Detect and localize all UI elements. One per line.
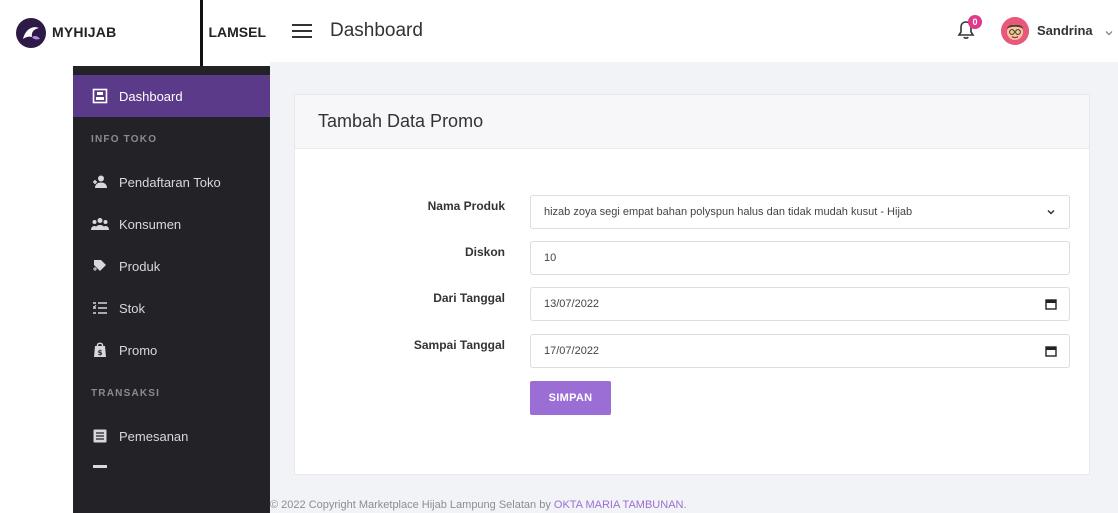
brand-logo-area[interactable]: MYHIJAB xyxy=(0,0,200,66)
footer-text: © 2022 Copyright Marketplace Hijab Lampu… xyxy=(270,499,554,511)
sampai-tanggal-label: Sampai Tanggal xyxy=(413,338,505,352)
diskon-input[interactable]: 10 xyxy=(530,241,1070,275)
sidebar-item-label: Konsumen xyxy=(119,216,182,232)
sampai-tanggal-value: 17/07/2022 xyxy=(544,345,600,357)
sidebar-item-label: Dashboard xyxy=(119,88,183,104)
nama-produk-value: hizab zoya segi empat bahan polyspun hal… xyxy=(544,206,913,218)
form-row-diskon: Diskon 10 xyxy=(295,241,1091,275)
footer-author-link[interactable]: OKTA MARIA TAMBUNAN xyxy=(554,499,684,511)
promo-form-card: Tambah Data Promo Nama Produk hizab zoya… xyxy=(294,94,1090,475)
sidebar-item-pemesanan[interactable]: Pemesanan xyxy=(73,415,270,457)
chevron-down-icon[interactable] xyxy=(1104,25,1114,36)
brand-region: LAMSEL xyxy=(208,24,266,40)
sidebar-item-promo[interactable]: $ Promo xyxy=(73,329,270,371)
stock-list-icon xyxy=(91,300,109,316)
sidebar-item-dashboard[interactable]: Dashboard xyxy=(73,75,270,117)
users-icon xyxy=(91,216,109,232)
notification-bell-icon[interactable]: 0 xyxy=(956,15,982,42)
form-row-sampai-tanggal: Sampai Tanggal 17/07/2022 xyxy=(295,334,1091,368)
sidebar-item-konsumen[interactable]: Konsumen xyxy=(73,203,270,245)
user-name[interactable]: Sandrina xyxy=(1037,23,1093,38)
sidebar-item-label: Produk xyxy=(119,258,161,274)
sidebar-section-info-toko: INFO TOKO xyxy=(91,133,158,145)
user-avatar[interactable] xyxy=(1001,17,1029,45)
diskon-label: Diskon xyxy=(464,245,505,259)
notification-badge: 0 xyxy=(968,15,982,29)
brand-name: MYHIJAB xyxy=(52,24,117,40)
chevron-down-icon xyxy=(1045,206,1057,218)
sidebar: Dashboard INFO TOKO Pendaftaran Toko Kon… xyxy=(73,66,270,513)
sidebar-more-indicator xyxy=(93,465,107,468)
left-strip xyxy=(0,66,73,513)
order-icon xyxy=(91,428,109,444)
topbar: Dashboard 0 Sandrina xyxy=(270,0,1118,62)
sampai-tanggal-input[interactable]: 17/07/2022 xyxy=(530,334,1070,368)
sidebar-item-label: Promo xyxy=(119,342,158,358)
sidebar-item-label: Stok xyxy=(119,300,146,316)
nama-produk-select[interactable]: hizab zoya segi empat bahan polyspun hal… xyxy=(530,195,1070,229)
dashboard-icon xyxy=(91,88,109,104)
card-title: Tambah Data Promo xyxy=(295,95,1089,149)
brand-region-area: LAMSEL xyxy=(200,0,270,66)
main-content: Tambah Data Promo Nama Produk hizab zoya… xyxy=(270,62,1118,513)
form-row-dari-tanggal: Dari Tanggal 13/07/2022 xyxy=(295,287,1091,321)
user-add-icon xyxy=(91,174,109,190)
calendar-icon[interactable] xyxy=(1045,345,1057,357)
menu-toggle-icon[interactable] xyxy=(292,24,312,38)
form-row-nama-produk: Nama Produk hizab zoya segi empat bahan … xyxy=(295,195,1091,229)
sidebar-item-stok[interactable]: Stok xyxy=(73,287,270,329)
product-icon xyxy=(91,258,109,274)
save-button[interactable]: SIMPAN xyxy=(530,381,611,415)
hijab-logo-icon xyxy=(16,18,46,48)
footer-copyright: © 2022 Copyright Marketplace Hijab Lampu… xyxy=(270,499,687,511)
sidebar-item-produk[interactable]: Produk xyxy=(73,245,270,287)
sidebar-item-pendaftaran-toko[interactable]: Pendaftaran Toko xyxy=(73,161,270,203)
dari-tanggal-value: 13/07/2022 xyxy=(544,298,600,310)
sidebar-item-label: Pemesanan xyxy=(119,428,189,444)
sidebar-section-transaksi: TRANSAKSI xyxy=(91,387,161,399)
dari-tanggal-label: Dari Tanggal xyxy=(433,291,505,305)
app-root: MYHIJAB LAMSEL Dashboard INFO TOKO Penda… xyxy=(0,0,1118,513)
nama-produk-label: Nama Produk xyxy=(427,199,505,213)
promo-bag-icon: $ xyxy=(91,342,109,358)
svg-text:$: $ xyxy=(98,349,103,357)
page-title: Dashboard xyxy=(330,20,423,41)
diskon-value: 10 xyxy=(544,252,557,264)
footer-end: . xyxy=(683,499,687,511)
sidebar-item-label: Pendaftaran Toko xyxy=(119,174,221,190)
dari-tanggal-input[interactable]: 13/07/2022 xyxy=(530,287,1070,321)
calendar-icon[interactable] xyxy=(1045,298,1057,310)
